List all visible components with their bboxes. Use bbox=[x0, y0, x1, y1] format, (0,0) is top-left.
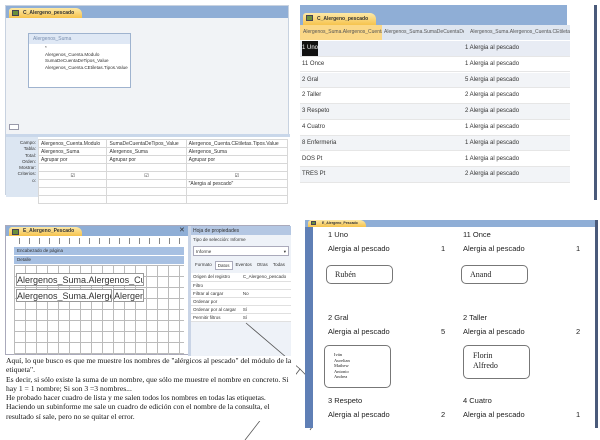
label-count: 1 bbox=[576, 244, 581, 253]
label-module: 4 Cuatro bbox=[463, 396, 492, 405]
names-box: Iván Aurelian Mathew Antonio Andrea bbox=[324, 345, 391, 388]
question-note: Aquí, lo que busco es que me muestre los… bbox=[6, 356, 296, 422]
label-module: 1 Uno bbox=[328, 230, 349, 239]
label-type: Alergia al pescado bbox=[328, 410, 390, 419]
names-box: Anand bbox=[461, 265, 528, 284]
label-module: 2 Gral bbox=[328, 313, 349, 322]
label-count: 2 bbox=[441, 410, 446, 419]
label-count: 1 bbox=[576, 410, 581, 419]
label-count: 1 bbox=[441, 244, 446, 253]
names-box: Florin Alfredo bbox=[463, 345, 530, 379]
label-type: Alergia al pescado bbox=[463, 327, 525, 336]
label-module: 11 Once bbox=[463, 230, 491, 239]
names-box: Rubén bbox=[326, 265, 393, 284]
label-type: Alergia al pescado bbox=[328, 327, 390, 336]
label-type: Alergia al pescado bbox=[328, 244, 390, 253]
tab-report-preview[interactable]: E_Alergeno_Pescado bbox=[308, 220, 366, 227]
report-icon bbox=[311, 221, 316, 225]
label-type: Alergia al pescado bbox=[463, 410, 525, 419]
report-preview-window: E_Alergeno_Pescado 1 Uno Alergia al pesca… bbox=[305, 220, 598, 428]
label-count: 2 bbox=[576, 327, 581, 336]
label-count: 5 bbox=[441, 327, 446, 336]
label-module: 2 Taller bbox=[463, 313, 488, 322]
label-module: 3 Respeto bbox=[328, 396, 363, 405]
label-type: Alergia al pescado bbox=[463, 244, 525, 253]
